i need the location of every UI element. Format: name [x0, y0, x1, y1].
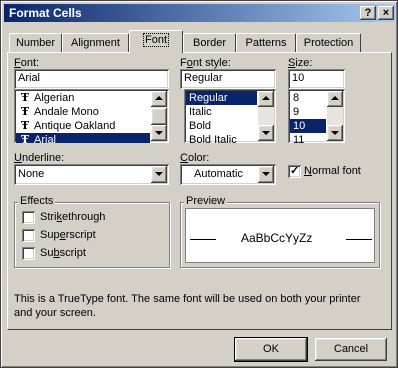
tab-number[interactable]: Number — [9, 33, 62, 52]
scroll-down-button[interactable] — [327, 125, 343, 141]
font-label: Font: — [14, 57, 40, 69]
underline-select[interactable]: None — [14, 164, 169, 185]
arrow-up-icon — [155, 96, 163, 100]
tab-label: Font — [142, 33, 170, 47]
scroll-down-button[interactable] — [151, 125, 167, 141]
underline-dropdown-button[interactable] — [151, 166, 167, 183]
arrow-up-icon — [262, 96, 270, 100]
tab-border[interactable]: Border — [183, 33, 236, 52]
tab-font[interactable]: Font — [129, 30, 183, 53]
arrow-down-icon — [155, 131, 163, 135]
list-item[interactable]: Ŧ Algerian — [16, 91, 167, 105]
list-item[interactable]: Ŧ Andale Mono — [16, 105, 167, 119]
tab-protection[interactable]: Protection — [296, 33, 361, 52]
help-button[interactable]: ? — [360, 6, 376, 20]
font-style-label: Font style: — [180, 57, 231, 69]
chevron-down-icon — [262, 172, 270, 176]
checkmark-icon: ✓ — [290, 165, 300, 177]
arrow-down-icon — [262, 131, 270, 135]
truetype-icon: Ŧ — [20, 105, 30, 118]
dialog-title: Format Cells — [9, 6, 82, 20]
ok-button[interactable]: OK — [234, 337, 308, 362]
effects-title: Effects — [18, 195, 56, 207]
tab-label: Border — [192, 37, 227, 49]
scroll-up-button[interactable] — [258, 91, 274, 107]
font-name-list[interactable]: Ŧ Algerian Ŧ Andale Mono Ŧ Antique Oakland … — [14, 89, 169, 143]
subscript-checkbox[interactable] — [22, 247, 35, 260]
color-label: Color: — [180, 152, 210, 164]
list-item[interactable]: Regular — [186, 91, 257, 105]
scroll-down-button[interactable] — [258, 125, 274, 141]
truetype-icon: Ŧ — [20, 119, 30, 132]
normal-font-label[interactable]: Normal font — [304, 165, 361, 177]
title-bar[interactable]: Format Cells ? × — [4, 4, 396, 22]
truetype-icon: Ŧ — [20, 91, 30, 104]
font-style-scrollbar[interactable] — [258, 91, 274, 141]
tab-label: Protection — [303, 37, 354, 49]
size-label: Size: — [288, 57, 313, 69]
size-list[interactable]: 8 9 10 11 — [288, 89, 345, 143]
scroll-up-button[interactable] — [327, 91, 343, 107]
list-item[interactable]: Ŧ Arial — [16, 133, 150, 143]
superscript-label[interactable]: Superscript — [40, 229, 96, 241]
truetype-info-text: This is a TrueType font. The same font w… — [14, 293, 361, 319]
size-input[interactable]: 10 — [288, 69, 345, 89]
font-list-scrollbar[interactable] — [151, 91, 167, 141]
preview-baseline-left — [190, 239, 216, 240]
tab-label: Alignment — [71, 37, 120, 49]
preview-title: Preview — [184, 195, 228, 207]
list-item[interactable]: Ŧ Antique Oakland — [16, 119, 167, 133]
color-dropdown-button[interactable] — [258, 166, 274, 183]
scroll-thumb[interactable] — [151, 108, 167, 125]
font-name-input[interactable]: Arial — [14, 69, 169, 89]
tab-label: Number — [15, 37, 56, 49]
font-style-list[interactable]: Regular Italic Bold Bold Italic — [184, 89, 276, 143]
size-list-scrollbar[interactable] — [327, 91, 343, 141]
tab-patterns[interactable]: Patterns — [236, 33, 296, 52]
close-button[interactable]: × — [378, 6, 394, 20]
cancel-button[interactable]: Cancel — [315, 338, 387, 361]
underline-value: None — [18, 168, 45, 180]
preview-sample: AaBbCcYyZz — [241, 231, 313, 245]
tab-label: Patterns — [245, 37, 287, 49]
strikethrough-checkbox[interactable] — [22, 211, 35, 224]
format-cells-dialog: Format Cells ? × Number Alignment Font B… — [0, 0, 398, 368]
chevron-down-icon — [155, 172, 163, 176]
strikethrough-label[interactable]: Strikethrough — [40, 211, 105, 223]
arrow-down-icon — [331, 131, 339, 135]
color-select[interactable]: Automatic — [180, 164, 276, 185]
truetype-icon: Ŧ — [20, 133, 30, 143]
preview-baseline-right — [346, 239, 372, 240]
preview-box: AaBbCcYyZz — [185, 208, 375, 263]
subscript-label[interactable]: Subscript — [40, 247, 86, 259]
underline-label: Underline: — [14, 152, 65, 164]
font-style-input[interactable]: Regular — [180, 69, 276, 89]
normal-font-checkbox[interactable]: ✓ — [288, 165, 301, 178]
tab-alignment[interactable]: Alignment — [62, 33, 129, 52]
scroll-up-button[interactable] — [151, 91, 167, 107]
superscript-checkbox[interactable] — [22, 229, 35, 242]
arrow-up-icon — [331, 96, 339, 100]
color-value: Automatic — [194, 168, 243, 180]
list-item[interactable]: 10 — [290, 119, 326, 133]
